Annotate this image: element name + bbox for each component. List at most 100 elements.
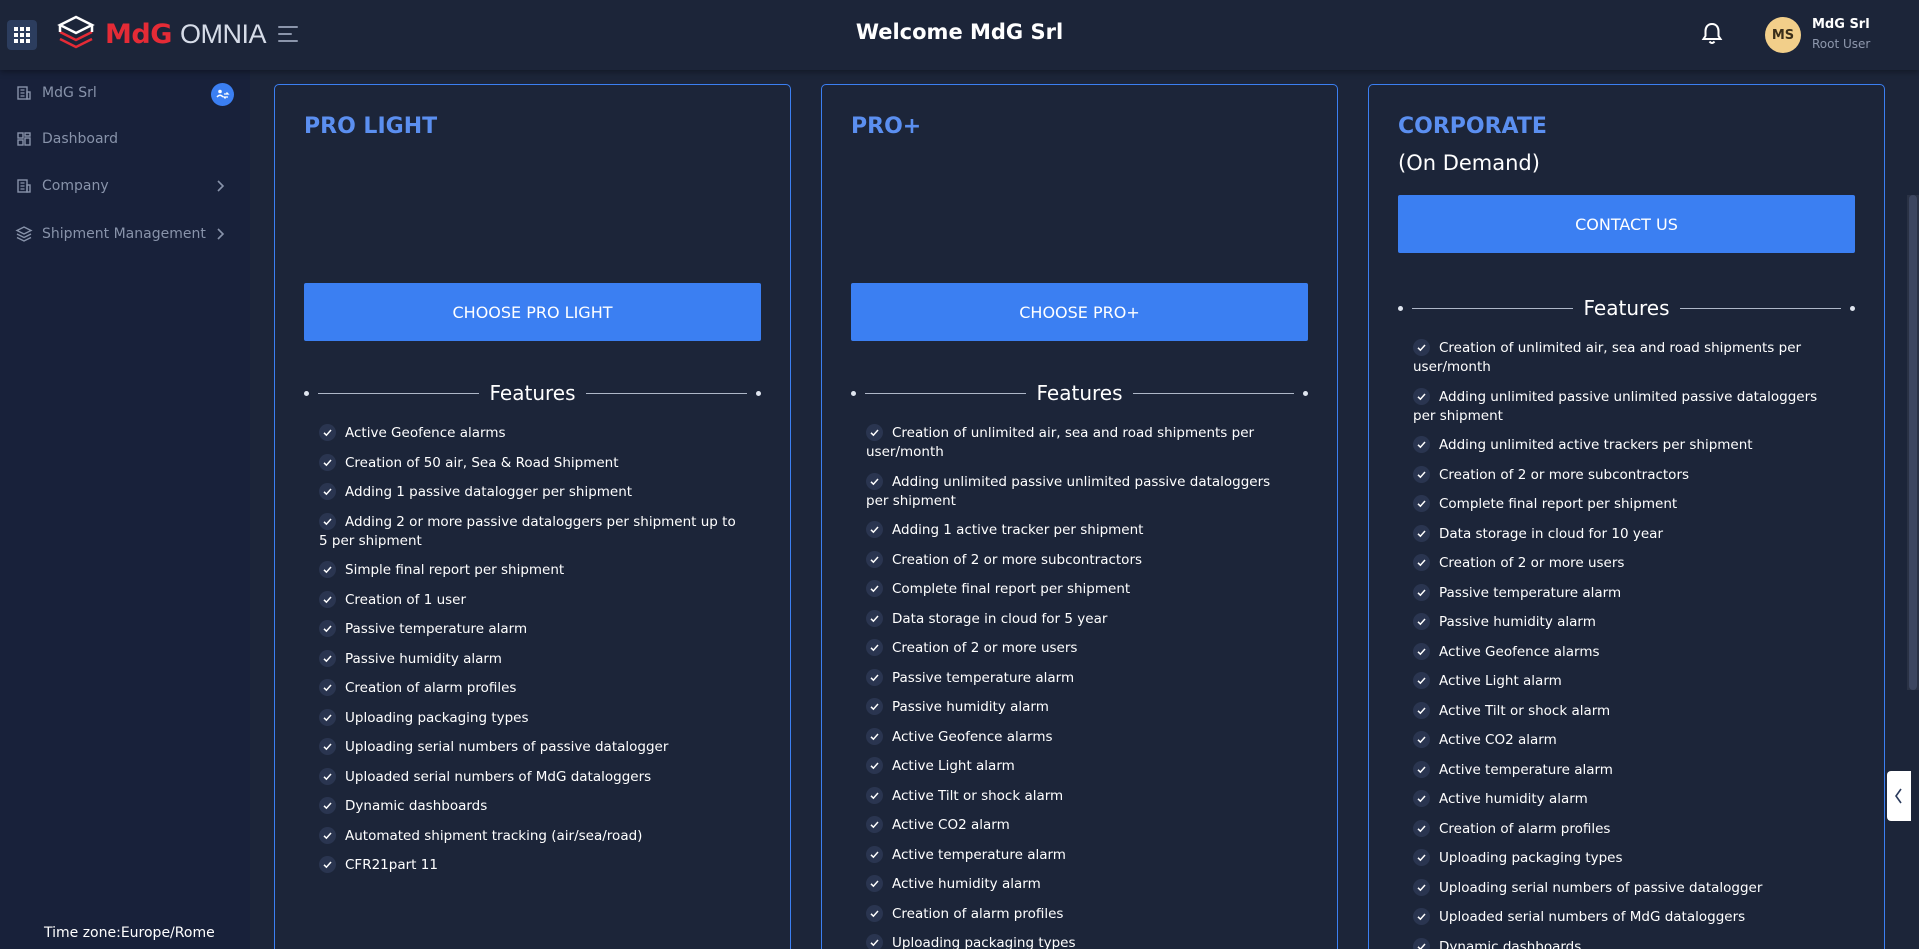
logo-brand: MdG <box>105 18 172 50</box>
feature-item: Active CO2 alarm <box>1413 731 1838 750</box>
logo[interactable]: MdG OMNIA <box>57 14 266 54</box>
top-header: MdG OMNIA Welcome MdG Srl MS MdG Srl Roo… <box>0 0 1919 70</box>
feature-item: Uploaded serial numbers of MdG datalogge… <box>1413 908 1838 927</box>
check-icon <box>866 550 883 568</box>
feature-text: Uploading packaging types <box>892 935 1076 949</box>
check-icon <box>1413 760 1430 778</box>
check-icon <box>1413 387 1430 405</box>
check-icon <box>1413 613 1430 630</box>
feature-text: Creation of alarm profiles <box>345 680 517 696</box>
feature-text: Creation of 1 user <box>345 591 467 608</box>
check-icon <box>1413 937 1430 949</box>
check-icon <box>319 856 336 873</box>
feature-text: Adding unlimited passive unlimited passi… <box>866 473 1271 509</box>
feature-text: Simple final report per shipment <box>345 562 565 578</box>
feature-item: Adding 2 or more passive dataloggers per… <box>319 512 744 551</box>
feature-item: Adding 1 passive datalogger per shipment <box>319 483 744 502</box>
feature-text: Passive humidity alarm <box>892 699 1049 715</box>
user-name[interactable]: MdG Srl <box>1812 17 1870 32</box>
feature-text: Creation of unlimited air, sea and road … <box>866 425 1255 460</box>
feature-text: Creation of unlimited air, sea and road … <box>1413 340 1802 375</box>
check-icon <box>319 424 336 441</box>
building-icon <box>15 84 33 102</box>
feature-text: Uploading serial numbers of passive data… <box>1439 879 1763 896</box>
check-icon <box>866 934 883 949</box>
feature-text: Adding unlimited passive unlimited passi… <box>1413 388 1818 424</box>
feature-item: Active Light alarm <box>1413 672 1838 691</box>
menu-toggle-button[interactable] <box>278 26 298 47</box>
feature-text: Active temperature alarm <box>1439 761 1613 778</box>
feature-text: Active temperature alarm <box>892 846 1066 863</box>
apps-grid-icon <box>14 27 30 43</box>
check-icon <box>319 826 336 844</box>
check-icon <box>319 708 336 726</box>
notifications-button[interactable] <box>1701 22 1723 50</box>
feature-text: Active CO2 alarm <box>892 817 1010 833</box>
feature-item: Data storage in cloud for 5 year <box>866 609 1291 629</box>
feature-item: Creation of 2 or more users <box>1413 554 1838 573</box>
sidebar-item-label: MdG Srl <box>42 85 97 101</box>
check-icon <box>1413 819 1430 837</box>
feature-item: Active Geofence alarms <box>319 424 744 443</box>
sidebar-item-dashboard[interactable]: Dashboard <box>15 127 237 151</box>
switch-company-button[interactable] <box>211 83 234 106</box>
check-icon <box>866 845 883 863</box>
check-icon <box>866 727 883 745</box>
check-icon <box>866 521 883 538</box>
feature-text: Passive humidity alarm <box>345 650 502 667</box>
check-icon <box>319 649 336 667</box>
check-icon <box>1413 849 1430 866</box>
feature-text: Uploading packaging types <box>1439 850 1623 866</box>
contact-us-button[interactable]: CONTACT US <box>1398 195 1855 253</box>
feature-text: Complete final report per shipment <box>892 581 1131 597</box>
feature-item: Passive humidity alarm <box>1413 613 1838 632</box>
sidebar-item-company-name[interactable]: MdG Srl <box>15 81 237 105</box>
feature-item: Creation of alarm profiles <box>319 679 744 698</box>
check-icon <box>866 875 883 892</box>
choose-pro-plus-button[interactable]: CHOOSE PRO+ <box>851 283 1308 341</box>
sidebar-item-company[interactable]: Company <box>15 174 237 198</box>
feature-item: Creation of unlimited air, sea and road … <box>1413 339 1838 377</box>
feature-item: CFR21part 11 <box>319 856 744 875</box>
feature-item: Adding unlimited active trackers per shi… <box>1413 436 1838 455</box>
feature-text: Dynamic dashboards <box>345 798 488 814</box>
main-content: PRO LIGHT CHOOSE PRO LIGHT Features Acti… <box>250 70 1919 949</box>
check-icon <box>866 786 883 804</box>
logo-text: MdG OMNIA <box>105 19 266 50</box>
check-icon <box>866 609 883 627</box>
feature-item: Passive temperature alarm <box>866 668 1291 688</box>
check-icon <box>319 590 336 608</box>
logo-product: OMNIA <box>179 18 267 49</box>
choose-pro-light-button[interactable]: CHOOSE PRO LIGHT <box>304 283 761 341</box>
feature-text: Active Geofence alarms <box>1439 643 1600 660</box>
feature-item: Dynamic dashboards <box>319 797 744 816</box>
feature-item: Creation of 2 or more users <box>866 639 1291 658</box>
feature-item: Active Light alarm <box>866 757 1291 776</box>
apps-grid-button[interactable] <box>7 20 37 50</box>
feature-item: Adding 1 active tracker per shipment <box>866 521 1291 540</box>
feature-item: Adding unlimited passive unlimited passi… <box>1413 387 1838 426</box>
features-list: Creation of unlimited air, sea and road … <box>1413 339 1838 949</box>
feature-item: Uploading serial numbers of passive data… <box>319 738 744 757</box>
feature-text: Data storage in cloud for 10 year <box>1439 525 1663 542</box>
sidebar-item-label: Dashboard <box>42 131 118 147</box>
plan-subtitle: (On Demand) <box>1398 151 1540 175</box>
feature-text: Passive temperature alarm <box>1439 584 1622 601</box>
check-icon <box>1413 524 1430 542</box>
avatar[interactable]: MS <box>1765 17 1801 53</box>
check-icon <box>1413 436 1430 453</box>
feature-item: Simple final report per shipment <box>319 561 744 580</box>
building-icon <box>15 177 33 195</box>
page-scrollbar-thumb[interactable] <box>1909 195 1917 690</box>
feature-item: Active Geofence alarms <box>1413 642 1838 662</box>
sidebar-item-shipment-management[interactable]: Shipment Management <box>15 222 237 246</box>
feature-text: Active Light alarm <box>1439 673 1562 689</box>
feedback-widget-button[interactable] <box>1887 771 1911 821</box>
feature-text: Adding 2 or more passive dataloggers per… <box>319 513 736 549</box>
sidebar-item-label: Company <box>42 178 109 194</box>
feature-text: Creation of 2 or more users <box>1439 555 1625 571</box>
check-icon <box>866 472 883 490</box>
check-icon <box>1413 701 1430 719</box>
check-icon <box>866 668 883 686</box>
plan-title: PRO LIGHT <box>304 114 438 139</box>
